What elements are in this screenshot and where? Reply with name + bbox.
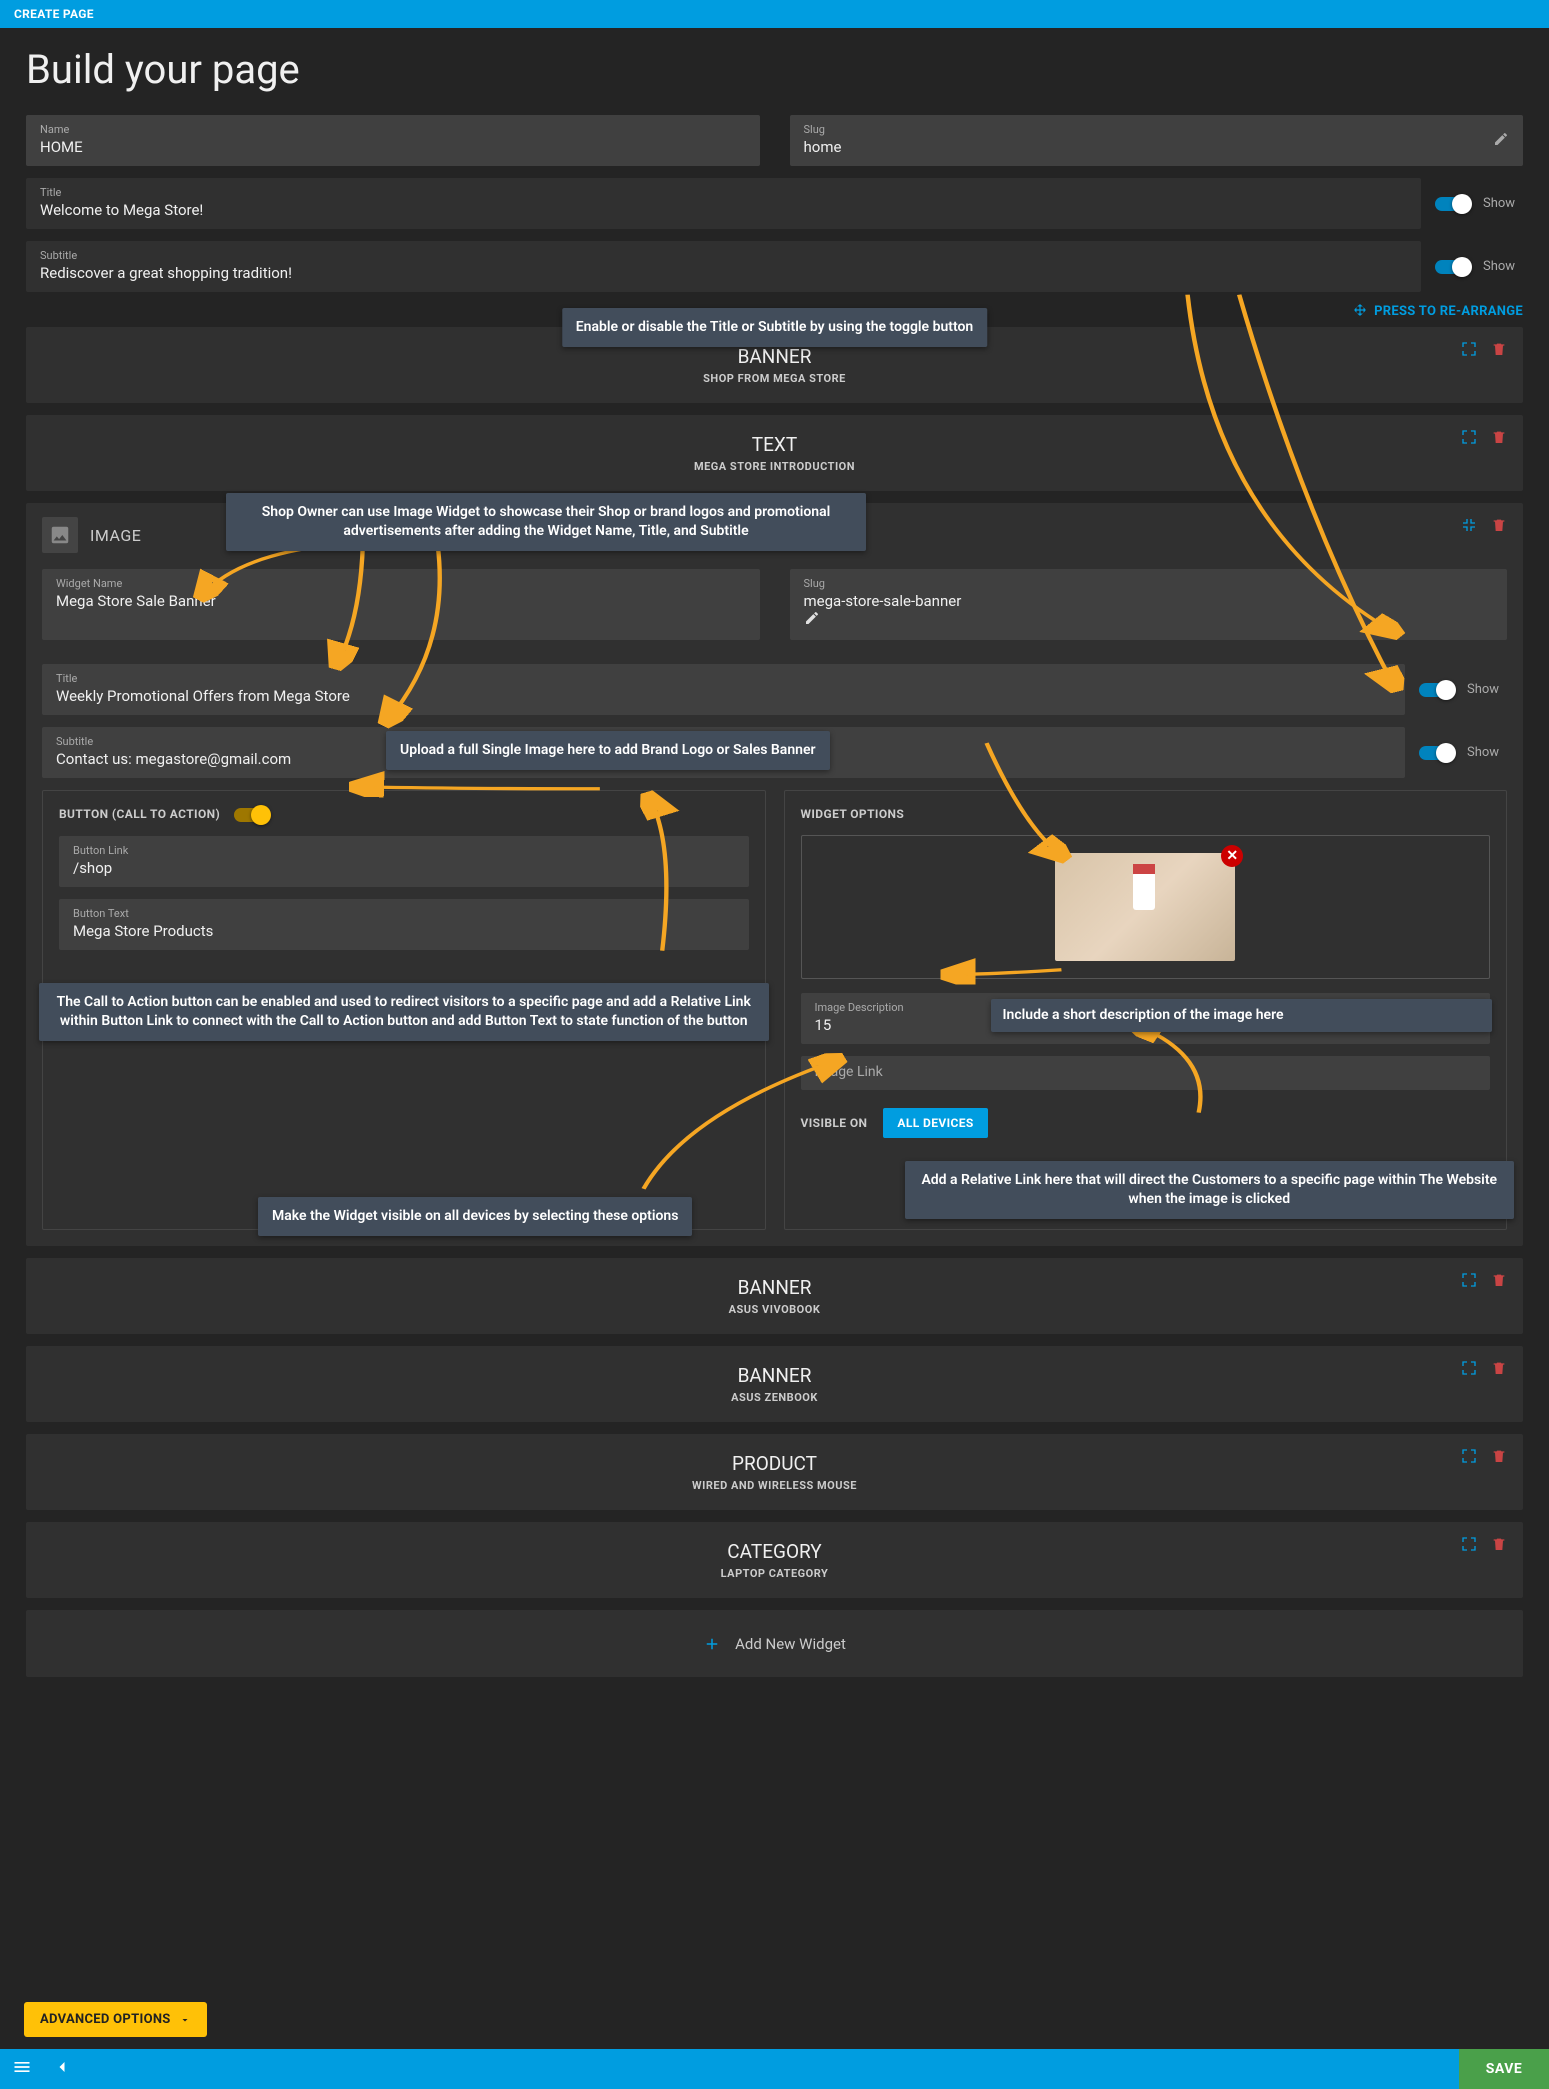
trash-icon[interactable]	[1491, 1272, 1507, 1292]
callout-imglink: Add a Relative Link here that will direc…	[905, 1161, 1515, 1219]
widget-type: BANNER	[42, 345, 1507, 368]
field-label: Title	[40, 186, 1407, 199]
expand-icon[interactable]	[1461, 1448, 1477, 1468]
visible-label: VISIBLE ON	[801, 1116, 868, 1130]
top-bar-label: CREATE PAGE	[14, 7, 94, 21]
widget-image-expanded: IMAGE Shop Owner can use Image Widget to…	[26, 503, 1523, 1246]
widget-sub: SHOP FROM MEGA STORE	[42, 372, 1507, 385]
chevron-down-icon	[179, 2014, 191, 2026]
cta-toggle[interactable]	[234, 808, 268, 822]
show-label: Show	[1483, 196, 1523, 211]
callout-image-head: Shop Owner can use Image Widget to showc…	[226, 493, 866, 551]
trash-icon[interactable]	[1491, 517, 1507, 537]
widget-product[interactable]: PRODUCT WIRED AND WIRELESS MOUSE	[26, 1434, 1523, 1510]
bottom-bar: SAVE	[0, 2049, 1549, 2089]
subtitle-field[interactable]: Subtitle Rediscover a great shopping tra…	[26, 241, 1421, 292]
field-value: home	[804, 138, 1510, 156]
image-upload-box[interactable]: ✕	[801, 835, 1491, 979]
title-toggle[interactable]	[1435, 197, 1469, 211]
expand-icon[interactable]	[1461, 1272, 1477, 1292]
widget-text[interactable]: TEXT MEGA STORE INTRODUCTION	[26, 415, 1523, 491]
move-icon	[1353, 303, 1367, 317]
advanced-options-button[interactable]: ADVANCED OPTIONS	[24, 2002, 207, 2037]
expand-icon[interactable]	[1461, 341, 1477, 361]
callout-desc: Include a short description of the image…	[991, 999, 1493, 1032]
expand-icon[interactable]	[1461, 1360, 1477, 1380]
field-label: Name	[40, 123, 746, 136]
pencil-icon[interactable]	[804, 611, 820, 630]
title-field[interactable]: Title Welcome to Mega Store!	[26, 178, 1421, 229]
field-value: Rediscover a great shopping tradition!	[40, 264, 1407, 282]
page-title: Build your page	[26, 46, 1523, 93]
subtitle-toggle[interactable]	[1435, 260, 1469, 274]
callout-visible: Make the Widget visible on all devices b…	[258, 1197, 692, 1236]
image-thumbnail	[1055, 853, 1235, 961]
field-label: Slug	[804, 123, 1510, 136]
trash-icon[interactable]	[1491, 341, 1507, 361]
show-label: Show	[1467, 745, 1507, 760]
rearrange-button[interactable]: PRESS TO RE-ARRANGE	[1353, 304, 1523, 319]
widget-category[interactable]: CATEGORY LAPTOP CATEGORY	[26, 1522, 1523, 1598]
field-label: Subtitle	[40, 249, 1407, 262]
remove-image-button[interactable]: ✕	[1221, 845, 1243, 867]
show-label: Show	[1467, 682, 1507, 697]
button-text-field[interactable]: Button Text Mega Store Products	[59, 899, 749, 950]
plus-icon	[703, 1635, 721, 1653]
widget-slug-field[interactable]: Slug mega-store-sale-banner	[790, 569, 1508, 640]
trash-icon[interactable]	[1491, 1360, 1507, 1380]
opts-heading: WIDGET OPTIONS	[801, 807, 1491, 821]
field-value: Welcome to Mega Store!	[40, 201, 1407, 219]
widget-sub: MEGA STORE INTRODUCTION	[42, 460, 1507, 473]
show-label: Show	[1483, 259, 1523, 274]
widget-banner-zen[interactable]: BANNER ASUS ZENBOOK	[26, 1346, 1523, 1422]
slug-field[interactable]: Slug home	[790, 115, 1524, 166]
trash-icon[interactable]	[1491, 1448, 1507, 1468]
save-button[interactable]: SAVE	[1459, 2049, 1549, 2089]
cta-panel: BUTTON (CALL TO ACTION) Button Link /sho…	[42, 790, 766, 1230]
visible-on-row: VISIBLE ON ALL DEVICES	[801, 1108, 1491, 1138]
add-widget-button[interactable]: Add New Widget	[26, 1610, 1523, 1677]
trash-icon[interactable]	[1491, 1536, 1507, 1556]
trash-icon[interactable]	[1491, 429, 1507, 449]
page-content: Build your page Name HOME Slug home Titl…	[0, 28, 1549, 1717]
widget-options-panel: WIDGET OPTIONS ✕ Image Description 15 In…	[784, 790, 1508, 1230]
name-field[interactable]: Name HOME	[26, 115, 760, 166]
subtitle-row: Subtitle Rediscover a great shopping tra…	[26, 241, 1523, 292]
top-bar: CREATE PAGE	[0, 0, 1549, 28]
pencil-icon[interactable]	[1493, 131, 1509, 151]
menu-icon[interactable]	[12, 2057, 32, 2081]
title-row: Title Welcome to Mega Store! Show	[26, 178, 1523, 229]
field-value: HOME	[40, 138, 746, 156]
all-devices-button[interactable]: ALL DEVICES	[883, 1108, 987, 1138]
callout-toggle: Enable or disable the Title or Subtitle …	[562, 308, 987, 347]
collapse-icon[interactable]	[1461, 517, 1477, 537]
widget-type: TEXT	[42, 433, 1507, 456]
widget-title-toggle[interactable]	[1419, 683, 1453, 697]
callout-upload: Upload a full Single Image here to add B…	[386, 731, 830, 770]
image-desc-field[interactable]: Image Description 15 Include a short des…	[801, 993, 1491, 1044]
callout-cta: The Call to Action button can be enabled…	[39, 983, 769, 1041]
widget-subtitle-toggle[interactable]	[1419, 746, 1453, 760]
back-icon[interactable]	[52, 2057, 72, 2081]
expand-icon[interactable]	[1461, 429, 1477, 449]
expand-icon[interactable]	[1461, 1536, 1477, 1556]
image-icon	[42, 517, 78, 553]
image-link-field[interactable]: Image Link	[801, 1056, 1491, 1090]
widget-label: IMAGE	[90, 526, 141, 545]
button-link-field[interactable]: Button Link /shop	[59, 836, 749, 887]
widget-banner-vivo[interactable]: BANNER ASUS VIVOBOOK	[26, 1258, 1523, 1334]
widget-title-field[interactable]: Title Weekly Promotional Offers from Meg…	[42, 664, 1405, 715]
widget-name-field[interactable]: Widget Name Mega Store Sale Banner	[42, 569, 760, 640]
cta-heading: BUTTON (CALL TO ACTION)	[59, 807, 749, 822]
